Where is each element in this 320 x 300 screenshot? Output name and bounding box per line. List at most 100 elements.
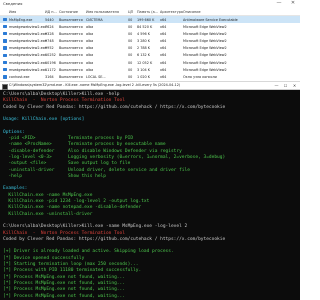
column-header[interactable]: Имя пользователя — [86, 10, 119, 14]
table-cell: MsMpEng.exe — [9, 17, 33, 22]
table-cell: conhost.exe — [9, 75, 30, 79]
table-row[interactable]: msedgewebview2.exe 9328 Выполняется alba 00 4… — [0, 30, 300, 37]
column-header[interactable]: Архитектура — [160, 10, 183, 14]
column-header[interactable]: ЦП — [128, 10, 133, 14]
table-row[interactable]: msedgewebview2.exe 7624 Выполняется alba 00 8… — [0, 23, 300, 30]
table-cell: alba — [86, 31, 94, 36]
column-header[interactable]: Состояние — [59, 10, 78, 14]
table-cell: 9952 — [45, 46, 54, 51]
table-cell: 6 132 K — [137, 53, 151, 58]
table-cell: Antimalware Service Executable — [183, 17, 238, 22]
table-cell: 3 280 K — [137, 39, 151, 44]
cmd-window: C:\Windows\system32\cmd.exe - Kill.exe -… — [0, 82, 300, 300]
table-cell: 00 — [128, 67, 133, 72]
table-cell: СИСТЕМА — [86, 17, 103, 22]
table-cell: LOCAL SE... — [86, 75, 106, 79]
table-cell: 12 052 K — [137, 60, 153, 65]
table-cell: x64 — [160, 53, 167, 58]
table-cell: 10252 — [45, 53, 56, 58]
table-cell: x64 — [160, 46, 167, 51]
table-cell: Microsoft Edge WebView2 — [183, 24, 227, 29]
table-cell: x64 — [160, 39, 167, 44]
table-row[interactable]: msedgewebview2.exe 10252 Выполняется alba 00… — [0, 52, 300, 59]
table-cell: Окно узла консоли — [183, 75, 217, 79]
table-cell: 5440 — [45, 17, 54, 22]
table-cell: Microsoft Edge WebView2 — [183, 67, 227, 72]
table-cell: 00 — [128, 39, 133, 44]
table-cell: x64 — [160, 24, 167, 29]
table-cell: 9328 — [45, 31, 54, 36]
table-cell: 199 660 K — [137, 17, 155, 22]
process-icon — [3, 67, 7, 72]
cmd-window-title: C:\Windows\system32\cmd.exe - Kill.exe -… — [9, 83, 181, 88]
table-cell: x64 — [160, 60, 167, 65]
table-cell: Выполняется — [59, 75, 83, 79]
table-row[interactable]: msedgewebview2.exe 9952 Выполняется alba 00 2… — [0, 45, 300, 52]
table-cell: 3164 — [45, 75, 54, 79]
table-cell: msedgewebview2.exe — [9, 46, 47, 51]
table-cell: msedgewebview2.exe — [9, 39, 47, 44]
table-cell: Выполняется — [59, 39, 83, 44]
cmd-close-button[interactable]: ✕ — [290, 82, 299, 89]
table-cell: 00 — [128, 60, 133, 65]
table-cell: 10196 — [45, 60, 56, 65]
table-cell: Выполняется — [59, 31, 83, 36]
table-cell: 7624 — [45, 24, 54, 29]
table-cell: Microsoft Edge WebView2 — [183, 31, 227, 36]
process-table-header: Имя ИД п... Состояние Имя пользователя ЦП Пам… — [0, 8, 300, 16]
table-cell: 11172 — [45, 67, 56, 72]
table-cell: 00 — [128, 75, 133, 79]
table-cell: 1 020 K — [137, 75, 151, 79]
table-cell: msedgewebview2.exe — [9, 67, 47, 72]
process-icon — [3, 24, 7, 29]
table-cell: alba — [86, 39, 94, 44]
table-row[interactable]: msedgewebview2.exe 10196 Выполняется alba 00… — [0, 59, 300, 66]
cmd-titlebar: C:\Windows\system32\cmd.exe - Kill.exe -… — [0, 82, 300, 90]
close-button[interactable]: ✕ — [287, 0, 299, 7]
table-cell: alba — [86, 46, 94, 51]
table-cell: 00 — [128, 53, 133, 58]
table-cell: msedgewebview2.exe — [9, 53, 47, 58]
table-cell: x64 — [160, 31, 167, 36]
process-icon — [3, 31, 7, 36]
process-icon — [3, 75, 7, 79]
column-header[interactable]: Память (а... — [137, 10, 158, 14]
cmd-minimize-button[interactable]: — — [272, 82, 281, 89]
column-header[interactable]: Имя — [9, 10, 16, 14]
table-cell: 00 — [128, 24, 133, 29]
column-header[interactable]: Описание — [183, 10, 201, 14]
table-cell: Microsoft Edge WebView2 — [183, 46, 227, 51]
table-row[interactable]: msedgewebview2.exe 9748 Выполняется alba 00 3… — [0, 38, 300, 45]
table-cell: msedgewebview2.exe — [9, 31, 47, 36]
table-row[interactable]: conhost.exe 3164 Выполняется LOCAL SE... 00 1… — [0, 74, 300, 81]
table-cell: 3 104 K — [137, 67, 151, 72]
process-icon — [3, 46, 7, 50]
tab-details[interactable]: Сведения — [3, 1, 22, 6]
console-line: [*] Process MsMpEng.exe not found, waiti… — [3, 293, 125, 299]
table-cell: 2 788 K — [137, 46, 151, 51]
table-cell: 4 596 K — [137, 31, 151, 36]
table-cell: msedgewebview2.exe — [9, 24, 47, 29]
table-row[interactable]: MsMpEng.exe 5440 Выполняется СИСТЕМА 00 199 6… — [0, 16, 300, 24]
table-cell: Выполняется — [59, 53, 83, 58]
table-cell: Выполняется — [59, 24, 83, 29]
table-cell: 00 — [128, 31, 133, 36]
table-cell: Microsoft Edge WebView2 — [183, 53, 227, 58]
table-cell: Microsoft Edge WebView2 — [183, 39, 227, 44]
console-output[interactable]: C:\Users\alba\Desktop\Killer>Kill.exe -h… — [0, 90, 300, 300]
table-cell: x64 — [160, 17, 167, 22]
column-header[interactable]: ИД п... — [45, 10, 57, 14]
table-cell: alba — [86, 53, 94, 58]
table-cell: Выполняется — [59, 46, 83, 51]
table-cell: x64 — [160, 67, 167, 72]
cmd-maximize-button[interactable]: ☐ — [281, 82, 290, 89]
cmd-icon — [2, 83, 8, 90]
table-cell: Microsoft Edge WebView2 — [183, 60, 227, 65]
table-cell: 84 520 K — [137, 24, 153, 29]
table-cell: x64 — [160, 75, 167, 79]
table-row[interactable]: msedgewebview2.exe 11172 Выполняется alba 00… — [0, 66, 300, 73]
minimize-button[interactable]: — — [275, 0, 283, 7]
task-manager-window: Сведения — ✕ Имя ИД п... Состояние Имя поль… — [0, 0, 300, 82]
table-cell: Выполняется — [59, 60, 83, 65]
table-cell: alba — [86, 24, 94, 29]
